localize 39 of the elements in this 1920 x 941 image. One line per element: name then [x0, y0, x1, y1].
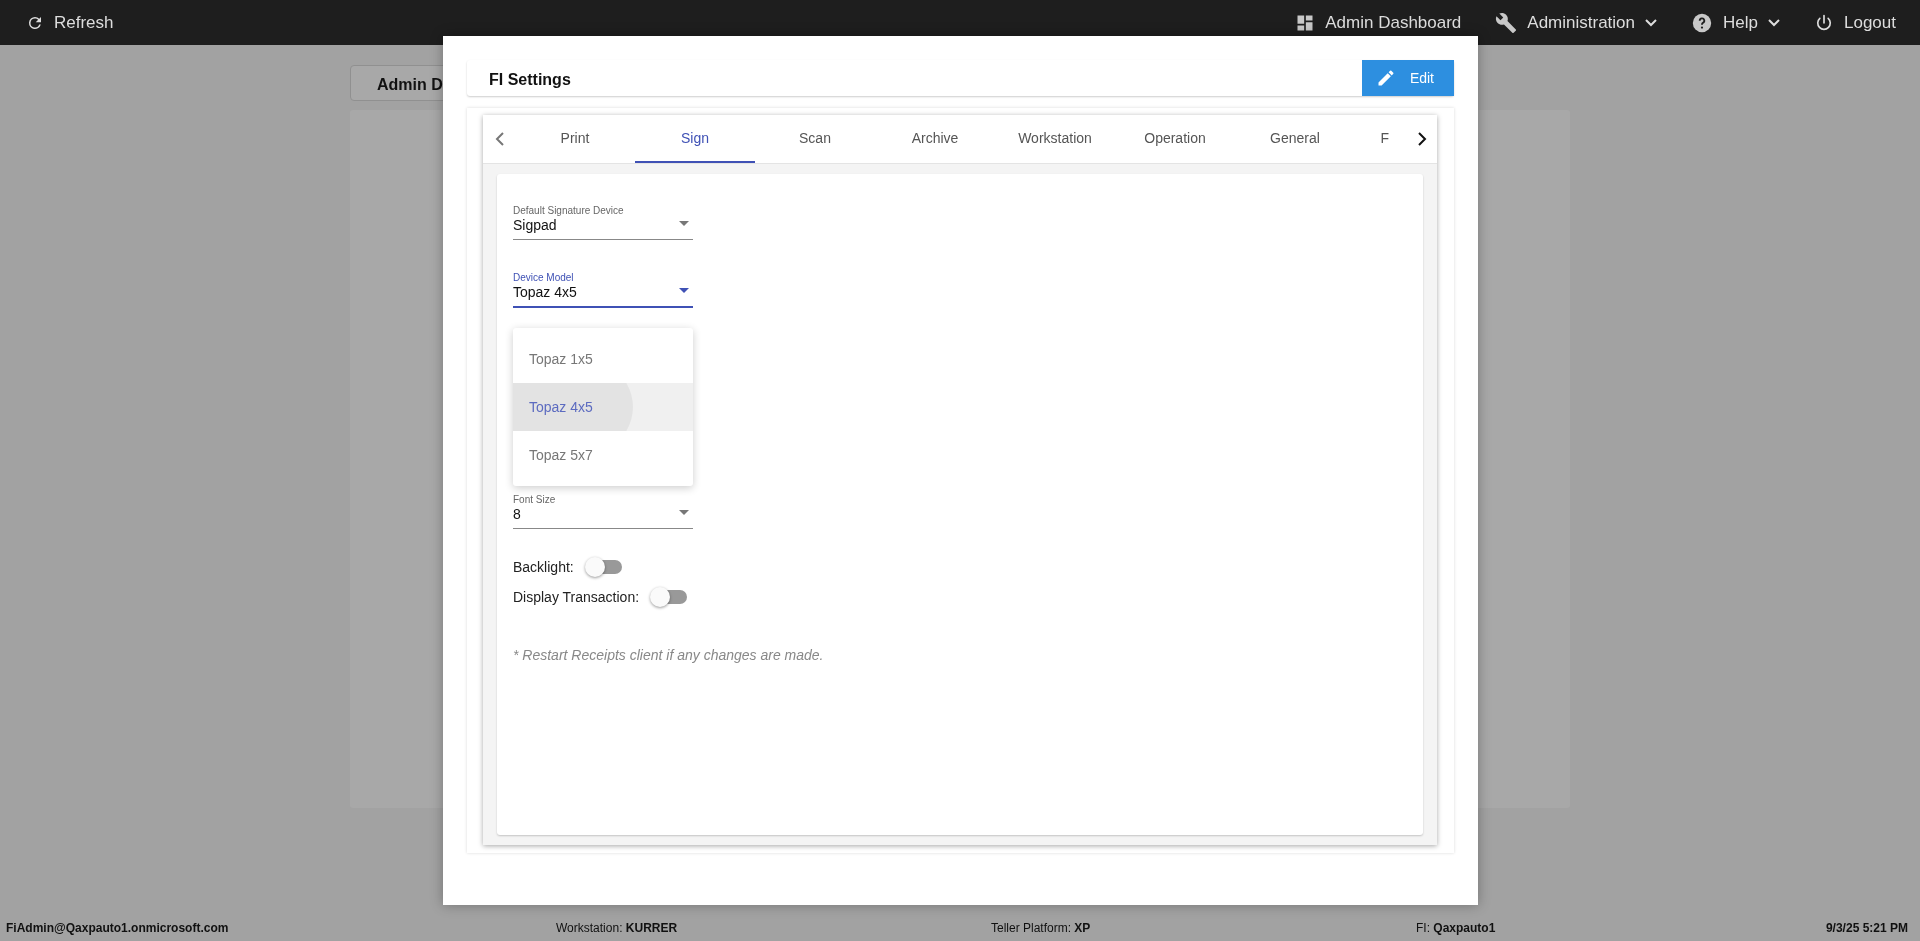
menu-button[interactable]: Administration [1495, 11, 1658, 34]
user-email: FiAdmin@Qaxpauto1.onmicrosoft.com [6, 920, 230, 935]
tab[interactable]: Scan [755, 115, 875, 163]
menu-item[interactable]: Topaz 5x7 [513, 431, 693, 479]
caret-icon [679, 221, 689, 226]
power-icon [1814, 12, 1834, 33]
status-text: FI: Qaxpauto1 [1416, 920, 1497, 935]
select-field[interactable]: Default Signature Device Sigpad [513, 199, 693, 240]
tab[interactable]: F [1355, 115, 1395, 163]
tab[interactable]: Print [515, 115, 635, 163]
status-text: Teller Platform: XP [991, 920, 1092, 935]
dashboard-link[interactable]: Admin Dashboard [1295, 12, 1462, 33]
toggle-switch[interactable] [587, 560, 622, 574]
chevron-down-icon [1768, 18, 1780, 27]
menu-item[interactable]: Topaz 4x5 [513, 383, 693, 431]
tab[interactable]: General [1235, 115, 1355, 163]
date-time: 9/3/25 5:21 PM [1825, 920, 1908, 935]
wrench-icon [1495, 11, 1518, 34]
toggle-switch[interactable] [653, 590, 688, 604]
menu-button[interactable]: Help [1691, 11, 1780, 34]
refresh-button[interactable]: Refresh [26, 12, 114, 33]
dialog-title: FI Settings [488, 70, 571, 89]
caret-icon [679, 288, 689, 293]
select-field[interactable]: Font Size 8 [513, 488, 693, 529]
caret-icon [679, 510, 689, 515]
tab[interactable]: Operation [1115, 115, 1235, 163]
help-icon [1691, 11, 1714, 34]
tab[interactable]: Archive [875, 115, 995, 163]
tab[interactable]: Workstation [995, 115, 1115, 163]
chevron-down-icon [1645, 18, 1658, 27]
select-field[interactable]: Device Model Topaz 4x5 [513, 267, 693, 308]
toggle-label: Display Transaction: [513, 589, 640, 605]
menu-item[interactable]: Topaz 1x5 [513, 335, 693, 383]
status-text: Workstation: KURRER [556, 920, 679, 935]
chevron-right-icon[interactable] [1417, 132, 1427, 146]
note-text: * Restart Receipts client if any changes are made. [513, 647, 825, 663]
toggle-label: Backlight: [513, 559, 574, 575]
menu-button[interactable]: Logout [1814, 12, 1896, 33]
chevron-left-icon[interactable] [495, 132, 505, 146]
